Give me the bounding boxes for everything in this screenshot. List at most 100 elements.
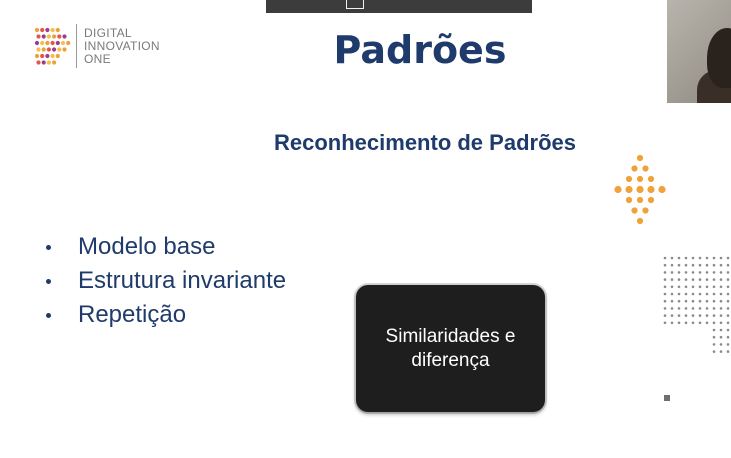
decor-dot xyxy=(712,314,716,317)
decor-dot xyxy=(677,263,681,267)
decor-dot xyxy=(719,278,723,281)
decor-dot xyxy=(712,350,716,353)
decor-dot xyxy=(698,271,702,274)
decor-dot xyxy=(677,314,681,317)
decor-dot xyxy=(677,278,681,281)
decor-dot xyxy=(705,314,709,317)
decor-dot xyxy=(712,321,716,325)
decor-dot xyxy=(670,321,674,325)
decor-dot xyxy=(691,321,695,325)
decor-dot xyxy=(684,307,688,310)
decor-dot xyxy=(636,196,644,204)
decor-dot xyxy=(684,314,688,317)
decor-dot xyxy=(691,299,695,303)
decor-dot xyxy=(40,40,45,46)
decor-dot xyxy=(45,40,50,46)
decor-dot xyxy=(62,34,67,39)
decor-dot xyxy=(712,335,716,339)
decor-dot xyxy=(684,285,688,289)
decor-dot xyxy=(636,185,644,194)
decor-dot xyxy=(691,285,695,289)
decor-dot xyxy=(712,256,716,260)
decor-dot xyxy=(712,328,716,332)
bullet-text: Estrutura invariante xyxy=(78,267,287,294)
bullet-dot xyxy=(46,313,51,318)
decor-dot xyxy=(684,321,688,325)
decor-dot xyxy=(647,185,655,194)
decor-dot xyxy=(712,343,716,346)
decor-dot xyxy=(705,263,709,267)
decor-dot xyxy=(647,175,655,183)
bullet-text: Modelo base xyxy=(78,233,216,260)
logo-line-3: ONE xyxy=(84,52,111,66)
decor-dot xyxy=(36,47,41,52)
bullet-item-modelo-base: Modelo base xyxy=(44,230,286,264)
bullet-item-repeticao: Repetição xyxy=(44,298,286,332)
decor-dot xyxy=(40,27,45,33)
decor-dot xyxy=(625,185,633,194)
screen-share-toolbar[interactable] xyxy=(266,0,532,13)
decor-dot xyxy=(691,314,695,317)
decor-dot xyxy=(625,175,633,183)
decor-dot xyxy=(705,299,709,303)
decor-dot xyxy=(663,299,667,303)
decor-dot xyxy=(57,34,62,39)
callout-text: Similaridades e diferença xyxy=(385,325,516,371)
decor-dot xyxy=(62,47,67,52)
decor-dot xyxy=(726,307,730,310)
decor-dot xyxy=(677,321,681,325)
decor-dot xyxy=(663,285,667,289)
decor-dot xyxy=(712,292,716,296)
decor-dot xyxy=(726,335,730,339)
logo-divider xyxy=(76,24,77,68)
decor-dot xyxy=(712,278,716,281)
decor-dot xyxy=(719,307,723,310)
decor-dot xyxy=(50,40,55,46)
decor-dot xyxy=(691,307,695,310)
slide-title: Padrões xyxy=(333,28,507,72)
decor-dot xyxy=(677,285,681,289)
decor-dot xyxy=(670,307,674,310)
decor-dot xyxy=(614,185,622,194)
decor-dot xyxy=(726,292,730,296)
decor-dot xyxy=(698,314,702,317)
decor-dot xyxy=(642,165,649,172)
decor-dot xyxy=(670,271,674,274)
decor-dot xyxy=(663,321,667,325)
decor-dot xyxy=(712,285,716,289)
decor-dot xyxy=(670,299,674,303)
webcam-thumbnail[interactable] xyxy=(667,0,731,103)
decor-dot xyxy=(705,292,709,296)
decor-dot xyxy=(705,285,709,289)
decor-dot xyxy=(684,299,688,303)
decor-dot xyxy=(698,292,702,296)
decor-dot xyxy=(36,34,41,39)
decor-dot xyxy=(41,47,46,52)
decor-dot xyxy=(698,256,702,260)
decor-dot xyxy=(663,256,667,260)
decor-dot xyxy=(719,292,723,296)
decor-dot xyxy=(726,350,730,353)
decor-dot xyxy=(705,271,709,274)
decor-dot xyxy=(50,53,55,59)
decor-dot xyxy=(698,263,702,267)
screen-share-icon[interactable] xyxy=(346,0,364,9)
decor-dot xyxy=(34,27,40,33)
decor-dot xyxy=(36,60,41,65)
decor-dot xyxy=(712,263,716,267)
decor-dot xyxy=(712,299,716,303)
decor-dot xyxy=(663,292,667,296)
decor-dot xyxy=(41,60,46,65)
decor-dot xyxy=(52,60,57,65)
decor-dot xyxy=(658,185,666,194)
decor-dot xyxy=(46,60,51,65)
decor-dot xyxy=(45,27,50,33)
decor-dot xyxy=(705,307,709,310)
decor-dot xyxy=(34,40,40,46)
decor-dot xyxy=(726,278,730,281)
decor-dot xyxy=(684,278,688,281)
decor-dot xyxy=(50,27,55,33)
decor-dot xyxy=(55,40,60,46)
decor-dot xyxy=(663,307,667,310)
decor-dot xyxy=(663,314,667,317)
